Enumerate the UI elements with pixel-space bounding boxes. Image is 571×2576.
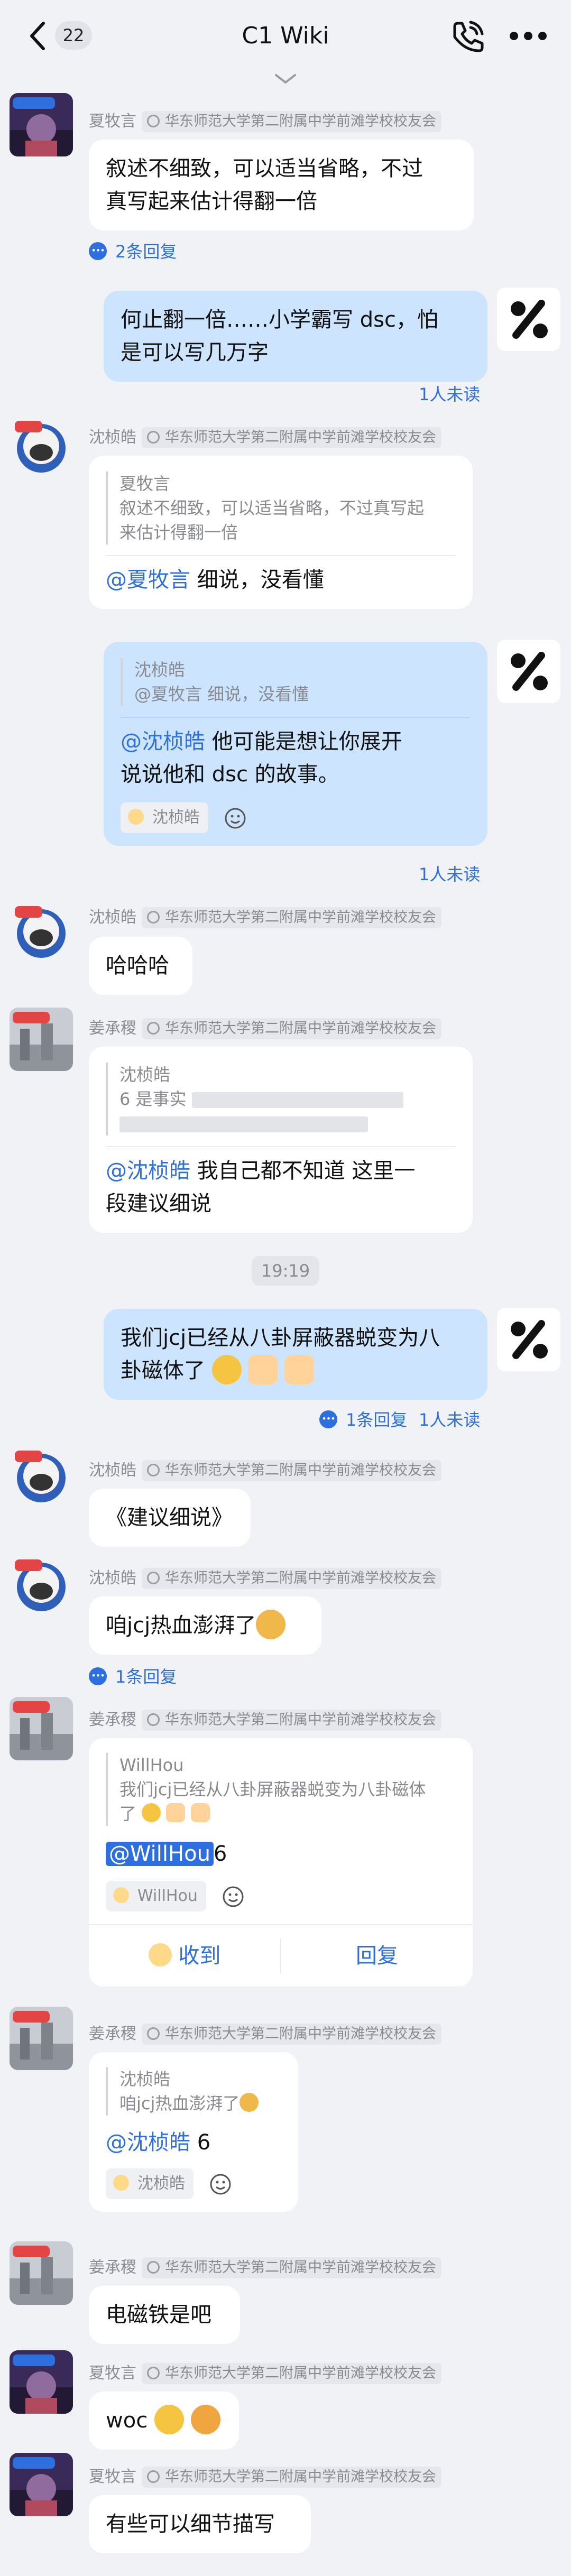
thread-reply-link[interactable]: 2条回复 — [89, 239, 177, 263]
thumbs-up-emoji-icon — [166, 1803, 186, 1822]
reply-dots-icon — [89, 239, 107, 262]
my-message-bubble[interactable]: 何止翻一倍……小学霸写 dsc，怕 是可以写几万字 — [104, 291, 487, 382]
ok-hand-emoji-icon — [113, 1887, 129, 1903]
shocked-emoji-icon — [154, 2405, 184, 2434]
dizzy-emoji-icon — [190, 2405, 220, 2434]
group-tag: 华东师范大学第二附属中学前滩学校校友会 — [142, 1460, 441, 1481]
group-tag: 华东师范大学第二附属中学前滩学校校友会 — [142, 2257, 441, 2278]
more-dots-icon[interactable] — [508, 30, 549, 42]
message-bubble[interactable]: 有些可以细节描写 — [89, 2495, 311, 2553]
avatar-jiang[interactable] — [10, 2241, 73, 2305]
avatar-shen[interactable] — [10, 899, 73, 962]
sender-name: 沈桢皓 — [89, 1569, 136, 1587]
mention: @沈桢皓 — [121, 730, 205, 754]
message-bubble[interactable]: 叙述不细致，可以适当省略，不过 真写起来估计得翻一倍 — [89, 140, 474, 230]
time-divider: 19:19 — [252, 1256, 319, 1286]
message-bubble[interactable]: 夏牧言 叙述不细致，可以适当省略，不过真写起 来估计得翻一倍 @夏牧言 细说，没看懂 — [89, 456, 473, 609]
sender-name: 沈桢皓 — [89, 908, 136, 927]
top-bar: 22 C1 Wiki — [0, 0, 571, 72]
message-bubble[interactable]: 沈桢皓 6 是事实 @沈桢皓 我自己都不知道 这里一 段建议细说 — [89, 1047, 473, 1233]
group-tag: 华东师范大学第二附属中学前滩学校校友会 — [142, 2467, 441, 2488]
avatar-xia[interactable] — [10, 2453, 73, 2516]
add-reaction-icon[interactable] — [206, 2168, 236, 2199]
quoted-message[interactable]: 沈桢皓 6 是事实 — [106, 1063, 456, 1135]
thumbs-up-emoji-icon — [190, 1803, 210, 1822]
quoted-message[interactable]: 夏牧言 叙述不细致，可以适当省略，不过真写起 来估计得翻一倍 — [106, 472, 456, 544]
sender-name: 夏牧言 — [89, 2468, 136, 2486]
group-tag: 华东师范大学第二附属中学前滩学校校友会 — [142, 427, 441, 448]
sender-name: 姜承稷 — [89, 1019, 136, 1038]
avatar-shen[interactable] — [10, 413, 73, 477]
message-bubble[interactable]: woc — [89, 2392, 239, 2450]
phone-call-icon[interactable] — [449, 19, 486, 54]
avatar-xia[interactable] — [10, 2350, 73, 2414]
ok-hand-emoji-icon — [113, 2174, 129, 2191]
blurred-content — [191, 1092, 403, 1108]
sender-name: 夏牧言 — [89, 2364, 136, 2383]
thread-reply-link[interactable]: 1条回复 — [319, 1407, 407, 1432]
avatar-jiang[interactable] — [10, 1697, 73, 1760]
my-avatar[interactable] — [497, 1308, 560, 1371]
mention: @沈桢皓 — [106, 1159, 190, 1183]
unread-status[interactable]: 1人未读 — [419, 1408, 480, 1432]
group-tag: 华东师范大学第二附属中学前滩学校校友会 — [142, 1018, 441, 1039]
thread-reply-link[interactable]: 1条回复 — [89, 1664, 177, 1688]
thumbs-up-emoji-icon — [248, 1355, 278, 1384]
sender-name: 姜承稷 — [89, 1711, 136, 1729]
reaction-chip[interactable]: 沈桢皓 — [106, 2168, 194, 2199]
sender-name: 姜承稷 — [89, 2025, 136, 2043]
message-bubble[interactable]: 哈哈哈 — [89, 937, 192, 995]
reaction-chip[interactable]: 沈桢皓 — [121, 802, 208, 833]
thumbs-up-emoji-icon — [284, 1355, 315, 1384]
group-tag: 华东师范大学第二附属中学前滩学校校友会 — [142, 2024, 441, 2045]
thinking-emoji-icon — [211, 1355, 242, 1384]
group-tag: 华东师范大学第二附属中学前滩学校校友会 — [142, 1568, 441, 1589]
message-bubble[interactable]: 电磁铁是吧 — [89, 2286, 240, 2344]
my-message-bubble[interactable]: 沈桢皓 @夏牧言 细说，没看懂 @沈桢皓 他可能是想让你展开 说说他和 dsc 的… — [104, 642, 487, 846]
thinking-emoji-icon — [142, 1803, 161, 1822]
ok-hand-emoji-icon — [148, 1943, 172, 1966]
avatar-xia[interactable] — [10, 93, 73, 156]
quoted-message[interactable]: 沈桢皓 咱jcj热血澎湃了 — [106, 2067, 281, 2116]
group-tag: 华东师范大学第二附属中学前滩学校校友会 — [142, 111, 441, 132]
unread-status[interactable]: 1人未读 — [419, 383, 480, 406]
my-message-bubble[interactable]: 我们jcj已经从八卦屏蔽器蜕变为八 卦磁体了 — [104, 1309, 487, 1400]
avatar-shen[interactable] — [10, 1552, 73, 1615]
reply-dots-icon — [89, 1664, 107, 1687]
dog-emoji-icon — [256, 1610, 286, 1639]
message-bubble[interactable]: WillHou 我们jcj已经从八卦屏蔽器蜕变为八卦磁体 了 @WillHou 6… — [89, 1738, 473, 1987]
add-reaction-icon[interactable] — [218, 1881, 249, 1912]
avatar-jiang[interactable] — [10, 1008, 73, 1071]
dog-emoji-icon — [240, 2093, 259, 2112]
group-tag: 华东师范大学第二附属中学前滩学校校友会 — [142, 907, 441, 928]
add-reaction-icon[interactable] — [220, 802, 251, 833]
sender-name: 夏牧言 — [89, 112, 136, 131]
sender-name: 沈桢皓 — [89, 428, 136, 447]
my-avatar[interactable] — [497, 288, 560, 351]
sender-name: 姜承稷 — [89, 2258, 136, 2277]
message-bubble[interactable]: 沈桢皓 咱jcj热血澎湃了 @沈桢皓 6 沈桢皓 — [89, 2052, 298, 2212]
mention: @WillHou — [106, 1842, 214, 1866]
message-bubble[interactable]: 《建议细说》 — [89, 1489, 251, 1547]
message-bubble[interactable]: 咱jcj热血澎湃了 — [89, 1596, 321, 1655]
sender-name: 沈桢皓 — [89, 1461, 136, 1480]
group-tag: 华东师范大学第二附属中学前滩学校校友会 — [142, 2363, 441, 2384]
reply-button[interactable]: 回复 — [281, 1925, 473, 1987]
mention: @沈桢皓 — [106, 2130, 190, 2155]
acknowledge-button[interactable]: 收到 — [89, 1925, 280, 1987]
blurred-content — [119, 1116, 368, 1132]
ok-hand-emoji-icon — [128, 808, 144, 825]
quoted-message[interactable]: WillHou 我们jcj已经从八卦屏蔽器蜕变为八卦磁体 了 — [106, 1753, 456, 1826]
mention: @夏牧言 — [106, 568, 190, 592]
group-tag: 华东师范大学第二附属中学前滩学校校友会 — [142, 1710, 441, 1731]
avatar-shen[interactable] — [10, 1443, 73, 1507]
collapse-chevron-down-icon[interactable] — [271, 71, 300, 86]
quoted-message[interactable]: 沈桢皓 @夏牧言 细说，没看懂 — [121, 658, 471, 706]
reaction-chip[interactable]: WillHou — [106, 1881, 206, 1912]
my-avatar[interactable] — [497, 640, 560, 703]
avatar-jiang[interactable] — [10, 2007, 73, 2070]
reply-dots-icon — [319, 1407, 337, 1430]
unread-status[interactable]: 1人未读 — [419, 863, 480, 886]
